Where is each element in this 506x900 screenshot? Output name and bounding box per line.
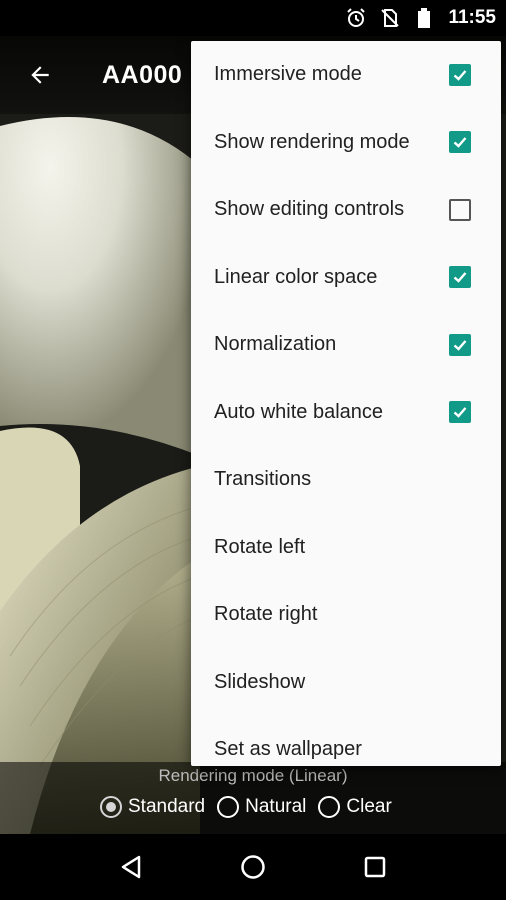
radio-label: Standard [128, 796, 206, 817]
radio-unchecked-icon[interactable] [318, 796, 341, 818]
status-bar: 11:55 [0, 0, 506, 36]
status-time: 11:55 [448, 7, 496, 28]
radio-standard[interactable]: Standard [100, 796, 205, 818]
radio-unchecked-icon[interactable] [217, 796, 240, 818]
menu-item-label: Auto white balance [214, 400, 384, 423]
menu-item-set-as-wallpaper[interactable]: Set as wallpaper [191, 716, 501, 766]
menu-item-show-rendering-mode[interactable]: Show rendering mode [191, 109, 501, 177]
menu-item-label: Immersive mode [214, 63, 362, 86]
rendering-mode-options: Standard Natural Clear [100, 796, 396, 818]
navigation-bar [0, 834, 506, 900]
nav-recents-button[interactable] [355, 847, 395, 887]
menu-item-rotate-right[interactable]: Rotate right [191, 581, 501, 649]
menu-item-label: Normalization [214, 333, 337, 356]
menu-item-show-editing-controls[interactable]: Show editing controls [191, 176, 501, 244]
alarm-icon [346, 8, 366, 28]
menu-item-label: Slideshow [214, 670, 306, 693]
checkbox-unchecked-icon[interactable] [449, 198, 471, 221]
rendering-mode-panel: Rendering mode (Linear) Standard Natural… [0, 762, 506, 834]
menu-item-label: Transitions [214, 468, 312, 491]
checkbox-checked-icon[interactable] [449, 63, 471, 86]
radio-label: Clear [346, 796, 392, 817]
rendering-mode-label: Rendering mode (Linear) [158, 766, 348, 785]
home-circle-icon [241, 855, 265, 879]
menu-item-label: Linear color space [214, 265, 378, 288]
radio-clear[interactable]: Clear [318, 796, 392, 818]
back-button[interactable] [12, 47, 68, 103]
menu-item-label: Rotate right [214, 603, 318, 626]
menu-item-label: Set as wallpaper [214, 738, 362, 761]
menu-item-normalization[interactable]: Normalization [191, 311, 501, 379]
screen: 11:55 AA000 Rendering mode (Linear) Stan… [0, 0, 506, 900]
menu-item-slideshow[interactable]: Slideshow [191, 649, 501, 717]
menu-item-rotate-left[interactable]: Rotate left [191, 514, 501, 582]
page-title: AA000 [102, 60, 183, 89]
no-sim-icon [380, 8, 400, 28]
checkbox-checked-icon[interactable] [449, 266, 471, 289]
checkbox-checked-icon[interactable] [449, 333, 471, 356]
menu-item-label: Show rendering mode [214, 130, 410, 153]
overflow-menu: Immersive mode Show rendering mode Show … [191, 41, 501, 766]
arrow-back-icon [31, 66, 49, 84]
menu-item-transitions[interactable]: Transitions [191, 446, 501, 514]
battery-icon [414, 8, 434, 28]
radio-label: Natural [245, 796, 307, 817]
checkbox-checked-icon[interactable] [449, 131, 471, 154]
recents-square-icon [364, 856, 386, 878]
menu-item-auto-white-balance[interactable]: Auto white balance [191, 379, 501, 447]
nav-back-button[interactable] [111, 847, 151, 887]
nav-home-button[interactable] [233, 847, 273, 887]
menu-item-linear-color-space[interactable]: Linear color space [191, 244, 501, 312]
radio-checked-icon[interactable] [100, 796, 122, 818]
radio-natural[interactable]: Natural [217, 796, 306, 818]
menu-item-label: Show editing controls [214, 198, 405, 221]
menu-item-immersive-mode[interactable]: Immersive mode [191, 41, 501, 109]
checkbox-checked-icon[interactable] [449, 401, 471, 424]
back-triangle-icon [121, 855, 141, 879]
menu-item-label: Rotate left [214, 535, 306, 558]
